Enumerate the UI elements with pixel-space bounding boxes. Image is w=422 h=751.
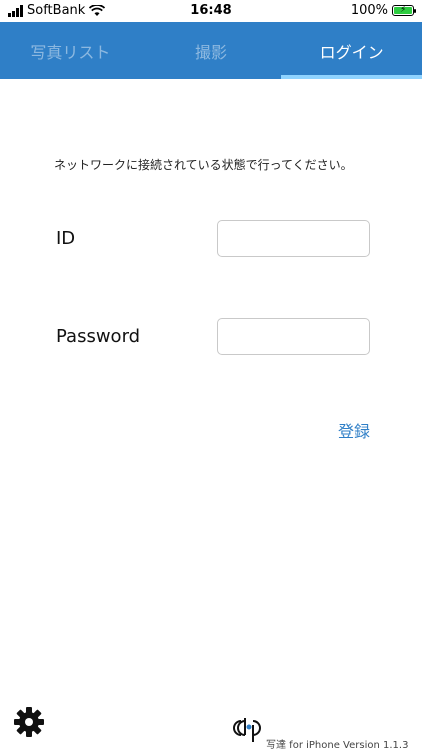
password-label: Password [56,326,141,347]
register-button[interactable]: 登録 [338,418,370,442]
tab-bar: 写真リスト 撮影 ログイン [0,22,422,79]
tab-login[interactable]: ログイン [281,22,422,79]
tab-capture[interactable]: 撮影 [141,22,282,79]
status-bar: SoftBank 16:48 100% ⚡ [0,0,422,22]
battery-percent: 100% [350,3,388,18]
password-input[interactable] [217,318,370,355]
status-right: 100% ⚡ [350,3,416,18]
tab-label: 写真リスト [30,42,111,62]
tab-label: 撮影 [195,42,228,62]
gear-icon[interactable] [12,705,46,739]
tab-label: ログイン [319,42,384,62]
tab-photo-list[interactable]: 写真リスト [0,22,141,79]
tab-active-indicator [281,75,422,79]
version-text: 写達 for iPhone Version 1.1.3 [266,740,409,751]
network-notice: ネットワークに接続されている状態で行ってください。 [54,158,353,172]
battery-icon: ⚡ [392,5,416,16]
app-logo-icon [233,718,261,742]
id-label: ID [56,228,76,249]
id-input[interactable] [217,220,370,257]
